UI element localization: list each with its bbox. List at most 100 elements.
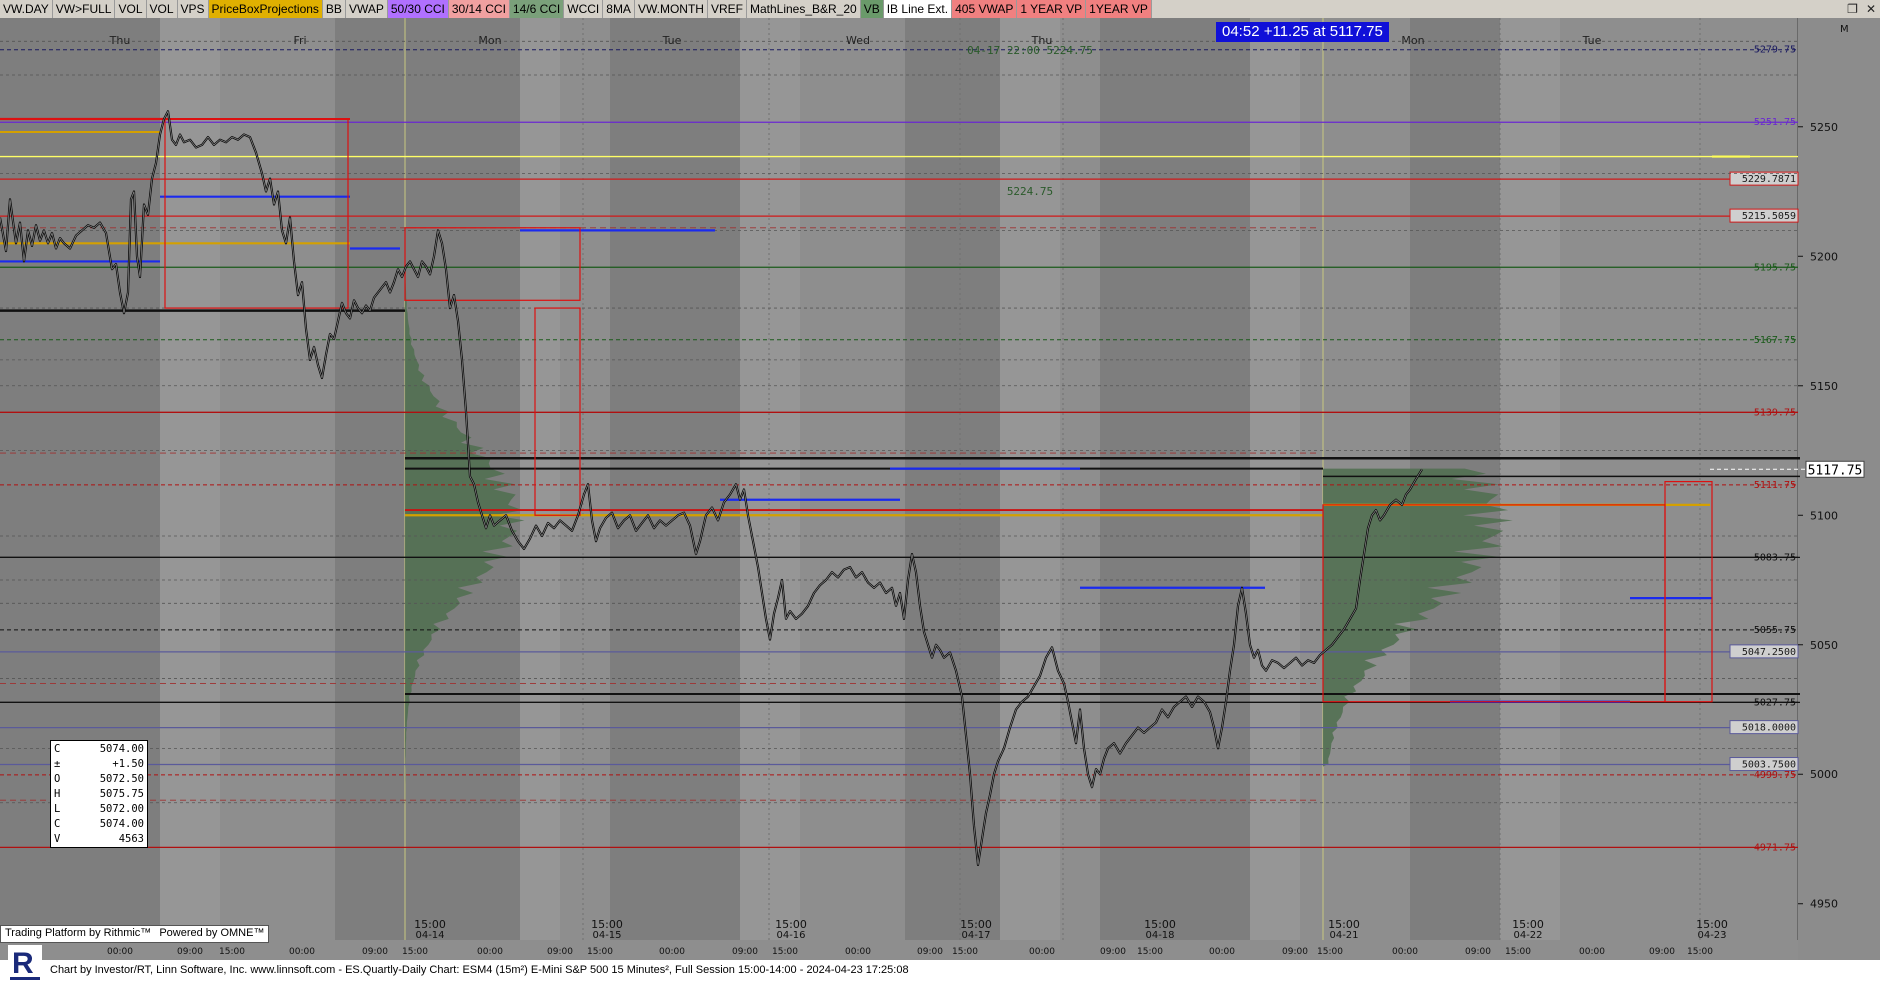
ohlc-row: C 5074.00 bbox=[54, 742, 144, 757]
session-date-label: 04-16 bbox=[776, 930, 805, 941]
toolbar-button-1[interactable]: VW>FULL bbox=[52, 0, 116, 18]
hour-tick-label: 15:00 bbox=[219, 947, 245, 957]
window-controls: ❐ ✕ bbox=[1847, 0, 1876, 18]
toolbar-button-8[interactable]: 50/30 CCI bbox=[387, 0, 449, 18]
toolbar-button-4[interactable]: VPS bbox=[177, 0, 209, 18]
toolbar-button-17[interactable]: IB Line Ext. bbox=[883, 0, 953, 18]
toolbar-button-7[interactable]: VWAP bbox=[345, 0, 388, 18]
level-label: 5111.75 bbox=[1754, 480, 1796, 491]
ohlc-row: H 5075.75 bbox=[54, 787, 144, 802]
ohlc-key: C bbox=[54, 818, 61, 830]
toolbar-button-14[interactable]: VREF bbox=[707, 0, 747, 18]
hour-tick-label: 00:00 bbox=[289, 947, 315, 957]
hour-tick-label: 15:00 bbox=[952, 947, 978, 957]
day-label: Tue bbox=[662, 34, 682, 47]
day-label: Wed bbox=[846, 34, 870, 47]
last-price-value: 5117.75 bbox=[1808, 463, 1863, 478]
session-date-label: 04-17 bbox=[961, 930, 990, 941]
hour-tick-label: 09:00 bbox=[362, 947, 388, 957]
hour-tick-label: 15:00 bbox=[1505, 947, 1531, 957]
y-tick-label: 5000 bbox=[1810, 768, 1838, 781]
hour-tick-label: 15:00 bbox=[587, 947, 613, 957]
hour-tick-label: 00:00 bbox=[1209, 947, 1235, 957]
ohlc-info-box: C 5074.00 ± +1.50 O 5072.50 H 5075.75 L 5072.00 C 5… bbox=[50, 740, 148, 848]
toolbar-button-18[interactable]: 405 VWAP bbox=[952, 0, 1018, 18]
ohlc-value: 4563 bbox=[118, 833, 144, 845]
toolbar-button-20[interactable]: 1YEAR VP bbox=[1086, 0, 1152, 18]
toolbar-button-2[interactable]: VOL bbox=[115, 0, 147, 18]
hour-tick-label: 15:00 bbox=[1137, 947, 1163, 957]
ohlc-key: H bbox=[54, 788, 61, 800]
ohlc-row: L 5072.00 bbox=[54, 802, 144, 817]
toolbar-button-16[interactable]: VB bbox=[860, 0, 884, 18]
level-label: 4999.75 bbox=[1754, 770, 1796, 781]
y-tick-label: 5150 bbox=[1810, 380, 1838, 393]
level-label: 5055.75 bbox=[1754, 625, 1796, 636]
level-label: 5003.7500 bbox=[1742, 760, 1796, 771]
toolbar-button-10[interactable]: 14/6 CCI bbox=[509, 0, 565, 18]
toolbar-button-11[interactable]: WCCI bbox=[564, 0, 604, 18]
level-label: 5167.75 bbox=[1754, 335, 1796, 346]
ohlc-row: V 4563 bbox=[54, 832, 144, 847]
session-date-label: 04-23 bbox=[1697, 930, 1726, 941]
toolbar-button-13[interactable]: VW.MONTH bbox=[634, 0, 708, 18]
level-label: 5215.5059 bbox=[1742, 211, 1796, 222]
day-label: Thu bbox=[109, 34, 131, 47]
hour-tick-label: 09:00 bbox=[1649, 947, 1675, 957]
ohlc-row: ± +1.50 bbox=[54, 757, 144, 772]
toolbar-button-9[interactable]: 30/14 CCI bbox=[448, 0, 510, 18]
close-icon[interactable]: ✕ bbox=[1866, 0, 1876, 18]
hour-tick-label: 15:00 bbox=[1687, 947, 1713, 957]
toolbar-button-12[interactable]: 8MA bbox=[603, 0, 635, 18]
annotation-mid: 5224.75 bbox=[1007, 185, 1053, 198]
ohlc-key: ± bbox=[54, 758, 61, 770]
hour-tick-label: 00:00 bbox=[1029, 947, 1055, 957]
hour-tick-label: 15:00 bbox=[772, 947, 798, 957]
m-marker: M bbox=[1840, 24, 1849, 35]
ohlc-value: 5074.00 bbox=[99, 743, 144, 755]
price-axis-bg bbox=[1798, 18, 1880, 940]
session-date-label: 04-21 bbox=[1329, 930, 1358, 941]
omne-label: Powered by OMNE™ bbox=[159, 927, 265, 939]
restore-icon[interactable]: ❐ bbox=[1847, 0, 1858, 18]
ohlc-value: 5072.50 bbox=[99, 773, 144, 785]
level-label: 4971.75 bbox=[1754, 842, 1796, 853]
toolbar-button-15[interactable]: MathLines_B&R_20 bbox=[746, 0, 861, 18]
hour-tick-label: 09:00 bbox=[1465, 947, 1491, 957]
ohlc-row: C 5074.00 bbox=[54, 817, 144, 832]
level-label: 5279.75 bbox=[1754, 45, 1796, 56]
ohlc-key: C bbox=[54, 743, 61, 755]
ohlc-value: 5075.75 bbox=[99, 788, 144, 800]
hour-tick-label: 09:00 bbox=[177, 947, 203, 957]
hour-tick-label: 15:00 bbox=[1317, 947, 1343, 957]
session-date-label: 04-14 bbox=[415, 930, 444, 941]
ohlc-value: 5072.00 bbox=[99, 803, 144, 815]
day-label: Mon bbox=[478, 34, 501, 47]
hour-tick-label: 00:00 bbox=[845, 947, 871, 957]
level-label: 5195.75 bbox=[1754, 262, 1796, 273]
level-label: 5251.75 bbox=[1754, 117, 1796, 128]
toolbar-button-5[interactable]: PriceBoxProjections bbox=[208, 0, 323, 18]
hour-tick-label: 09:00 bbox=[1282, 947, 1308, 957]
level-label: 5047.2500 bbox=[1742, 647, 1796, 658]
investor-rt-logo: R bbox=[8, 945, 42, 983]
rithmic-label: Trading Platform by Rithmic™ bbox=[5, 927, 152, 939]
y-tick-label: 5200 bbox=[1810, 250, 1838, 263]
indicator-toolbar: VW.DAY VW>FULL VOL VOL VPS PriceBoxProjection… bbox=[0, 0, 1880, 19]
toolbar-button-6[interactable]: BB bbox=[322, 0, 346, 18]
price-chart[interactable]: 5279.75 5251.75 5229.7871 5215.5059 5195.75 5… bbox=[0, 18, 1880, 960]
day-label: Mon bbox=[1401, 34, 1424, 47]
ohlc-value: +1.50 bbox=[112, 758, 144, 770]
y-tick-label: 4950 bbox=[1810, 898, 1838, 911]
rithmic-badge: Trading Platform by Rithmic™ Powered by … bbox=[0, 925, 270, 943]
day-label: Fri bbox=[293, 34, 306, 47]
level-label: 5139.75 bbox=[1754, 407, 1796, 418]
footer-text: Chart by Investor/RT, Linn Software, Inc… bbox=[50, 964, 909, 976]
toolbar-button-19[interactable]: 1 YEAR VP bbox=[1017, 0, 1087, 18]
footer-bar: Chart by Investor/RT, Linn Software, Inc… bbox=[0, 960, 1880, 985]
toolbar-button-3[interactable]: VOL bbox=[146, 0, 178, 18]
toolbar-button-0[interactable]: VW.DAY bbox=[0, 0, 53, 18]
ohlc-key: L bbox=[54, 803, 61, 815]
y-tick-label: 5050 bbox=[1810, 639, 1838, 652]
ohlc-value: 5074.00 bbox=[99, 818, 144, 830]
